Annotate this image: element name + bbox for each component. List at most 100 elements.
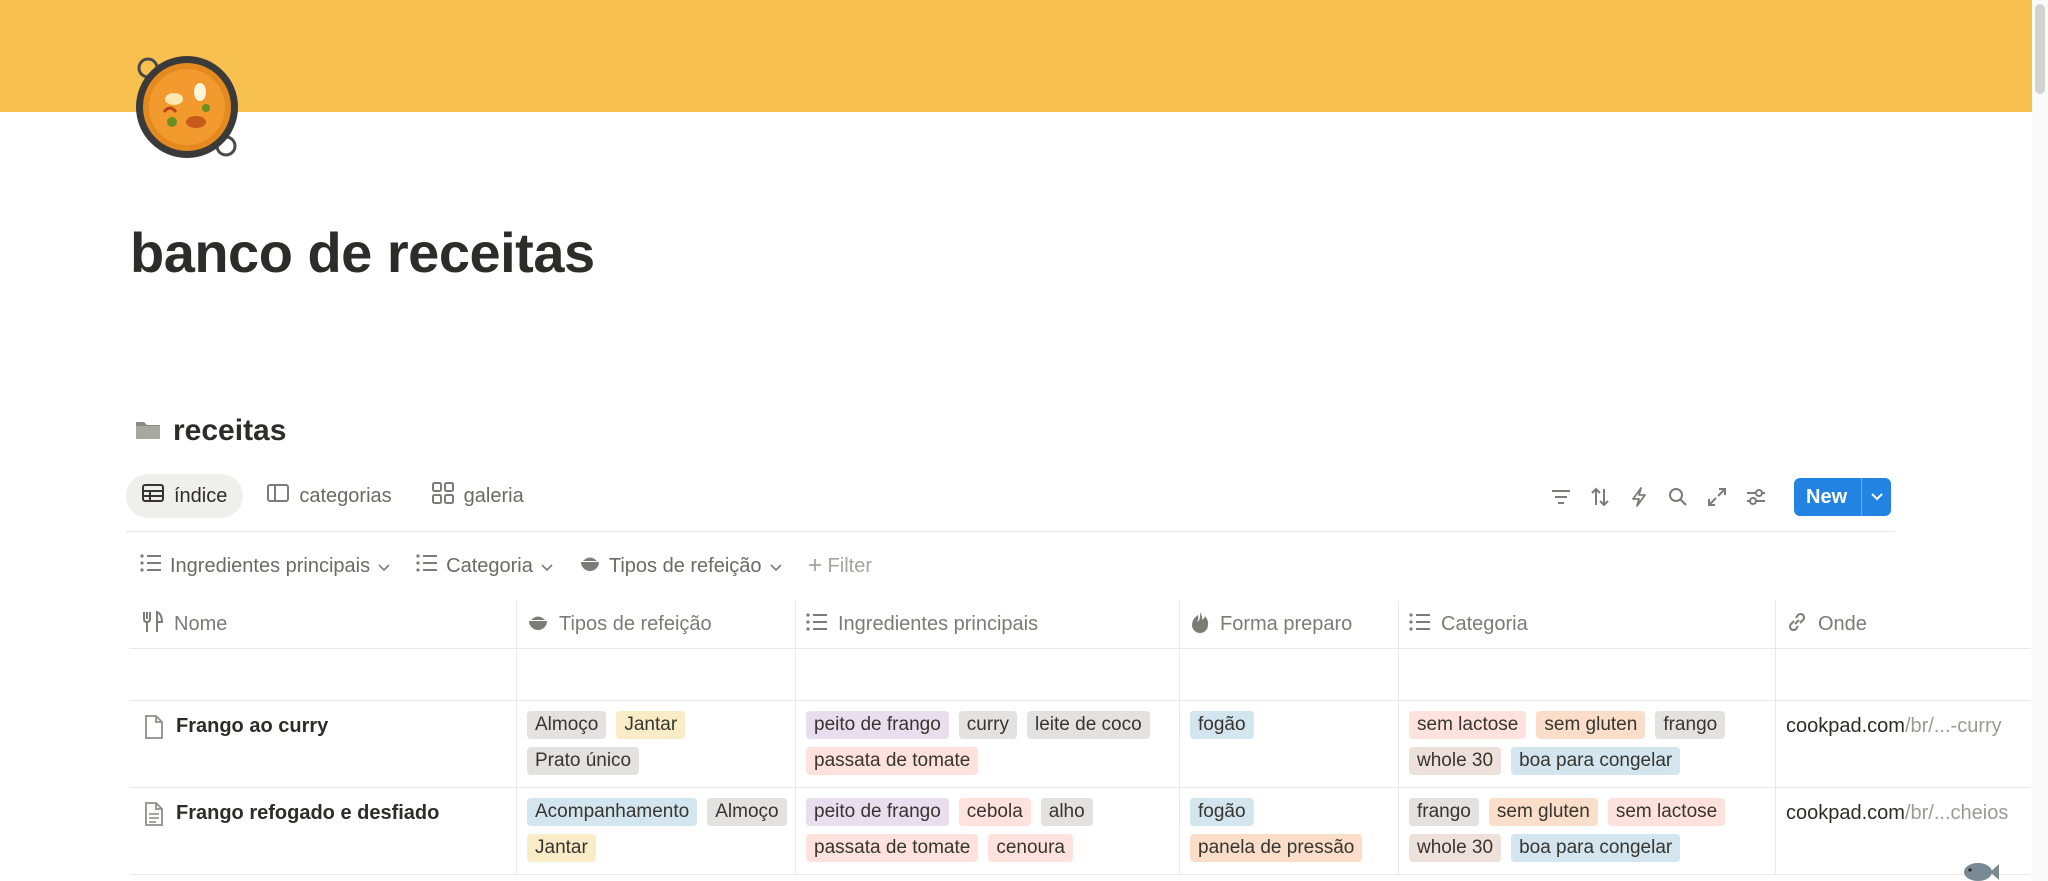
row-title[interactable]: Frango ao curry (176, 715, 328, 738)
column-label: Forma preparo (1220, 613, 1353, 635)
page-cover[interactable] (0, 0, 2048, 112)
column-label: Onde (1818, 613, 1867, 635)
tag: passata de tomate (806, 834, 979, 862)
url-link[interactable]: cookpad.com/br/...-curry (1786, 711, 2002, 738)
utensils-icon (142, 610, 164, 639)
tag: peito de frango (806, 711, 949, 739)
column-header-forma[interactable]: Forma preparo (1179, 601, 1398, 648)
list-icon (806, 612, 828, 637)
tab-label: categorias (299, 484, 392, 507)
table-cell[interactable] (516, 649, 795, 700)
tag: frango (1655, 711, 1726, 739)
tag: alho (1040, 798, 1093, 826)
table-row[interactable]: Frango refogado e desfiado Acompanhament… (130, 788, 2030, 875)
table-row-empty[interactable] (130, 649, 2030, 701)
url-domain: cookpad.com (1786, 715, 1905, 737)
page-title[interactable]: banco de receitas (130, 220, 595, 285)
table-row[interactable]: Frango ao curry Almoço Jantar Prato únic… (130, 701, 2030, 788)
automation-icon[interactable] (1626, 484, 1652, 510)
filter-categoria[interactable]: Categoria (416, 551, 553, 581)
filter-label: Categoria (446, 554, 533, 577)
column-label: Tipos de refeição (559, 613, 712, 635)
filter-label: Tipos de refeição (608, 554, 762, 577)
filter-ingredientes[interactable]: Ingredientes principais (140, 551, 390, 581)
tag: sem lactose (1607, 798, 1726, 826)
chevron-down-icon (769, 555, 782, 578)
column-label: Categoria (1441, 613, 1528, 635)
gallery-icon (431, 482, 454, 510)
fish-icon (1960, 856, 2000, 881)
tag: whole 30 (1409, 834, 1502, 862)
table-header: Nome Tipos de refeição Ingredientes prin… (130, 601, 2030, 649)
link-icon (1786, 611, 1808, 639)
onde-cell[interactable]: cookpad.com/br/...-curry (1775, 701, 2030, 787)
tag: sem gluten (1536, 711, 1646, 739)
categoria-cell[interactable]: sem lactose sem gluten frango whole 30 b… (1398, 701, 1775, 787)
tag: leite de coco (1027, 711, 1150, 739)
new-button-label[interactable]: New (1794, 478, 1861, 516)
table-cell[interactable] (1775, 649, 2030, 700)
filter-icon[interactable] (1548, 484, 1574, 510)
page-icon (144, 715, 164, 744)
tag: sem gluten (1488, 798, 1598, 826)
column-header-categoria[interactable]: Categoria (1398, 601, 1775, 648)
column-header-onde[interactable]: Onde (1775, 601, 2030, 648)
ingredientes-cell[interactable]: peito de frango curry leite de coco pass… (795, 701, 1179, 787)
fire-icon (1190, 611, 1210, 639)
name-cell[interactable]: Frango ao curry (130, 701, 516, 787)
divider (126, 531, 1895, 532)
view-tabs: índice categorias galeria (126, 474, 540, 518)
table-cell[interactable] (1398, 649, 1775, 700)
bowl-icon (579, 554, 601, 578)
folder-icon (135, 418, 161, 445)
document-icon (144, 802, 164, 831)
row-title[interactable]: Frango refogado e desfiado (176, 802, 439, 825)
chevron-down-icon[interactable] (1861, 478, 1891, 516)
table-cell[interactable] (1179, 649, 1398, 700)
tab-label: galeria (463, 484, 524, 507)
categoria-cell[interactable]: frango sem gluten sem lactose whole 30 b… (1398, 788, 1775, 874)
list-icon (416, 554, 438, 578)
tag: sem lactose (1409, 711, 1527, 739)
search-icon[interactable] (1665, 484, 1691, 510)
tab-galeria[interactable]: galeria (416, 474, 540, 518)
ingredientes-cell[interactable]: peito de frango cebola alho passata de t… (795, 788, 1179, 874)
name-cell[interactable]: Frango refogado e desfiado (130, 788, 516, 874)
tipos-cell[interactable]: Acompanhamento Almoço Jantar (516, 788, 795, 874)
filter-label: Ingredientes principais (170, 554, 371, 577)
sort-icon[interactable] (1587, 484, 1613, 510)
filter-tipos[interactable]: Tipos de refeição (579, 551, 782, 581)
forma-cell[interactable]: fogão panela de pressão (1179, 788, 1398, 874)
paella-pan-icon[interactable] (134, 54, 240, 160)
tag: Almoço (707, 798, 787, 826)
column-header-nome[interactable]: Nome (130, 601, 516, 648)
database-title[interactable]: receitas (173, 414, 286, 448)
tag: passata de tomate (806, 747, 979, 775)
column-label: Nome (174, 613, 228, 635)
list-icon (140, 554, 162, 578)
tab-categorias[interactable]: categorias (251, 474, 407, 518)
new-button[interactable]: New (1794, 478, 1892, 516)
tag: panela de pressão (1190, 834, 1363, 862)
chevron-down-icon (378, 555, 390, 578)
bowl-icon (527, 613, 549, 637)
settings-icon[interactable] (1743, 484, 1769, 510)
url-link[interactable]: cookpad.com/br/...cheios (1786, 798, 2008, 825)
scrollbar[interactable] (2032, 0, 2048, 881)
url-domain: cookpad.com (1786, 802, 1905, 824)
tag: boa para congelar (1511, 747, 1681, 775)
forma-cell[interactable]: fogão (1179, 701, 1398, 787)
tag: Almoço (527, 711, 607, 739)
tag: curry (958, 711, 1017, 739)
database-toolbar: New (1548, 478, 1892, 516)
column-header-tipos[interactable]: Tipos de refeição (516, 601, 795, 648)
add-filter-button[interactable]: Filter (808, 555, 872, 578)
table-cell[interactable] (795, 649, 1179, 700)
expand-icon[interactable] (1704, 484, 1730, 510)
table-cell[interactable] (130, 649, 516, 700)
board-icon (267, 483, 290, 509)
column-header-ingredientes[interactable]: Ingredientes principais (795, 601, 1179, 648)
scrollbar-thumb[interactable] (2035, 4, 2045, 94)
tipos-cell[interactable]: Almoço Jantar Prato único (516, 701, 795, 787)
tab-indice[interactable]: índice (126, 474, 244, 518)
